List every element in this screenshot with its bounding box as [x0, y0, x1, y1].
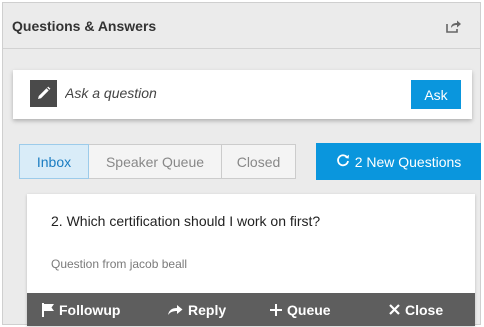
- ask-question-card: Ask: [13, 70, 472, 119]
- ask-button[interactable]: Ask: [411, 80, 461, 109]
- tab-closed[interactable]: Closed: [222, 144, 296, 179]
- panel-title: Questions & Answers: [12, 18, 157, 34]
- queue-button[interactable]: Queue: [270, 293, 331, 326]
- flag-icon: [42, 302, 54, 317]
- reply-label: Reply: [188, 301, 227, 318]
- question-action-bar: Followup Reply Queue Close: [27, 293, 475, 326]
- new-questions-label: 2 New Questions: [354, 153, 462, 170]
- question-tabs: Inbox Speaker Queue Closed: [19, 144, 296, 179]
- qa-panel: Questions & Answers Ask Inbox Speaker Qu…: [2, 2, 481, 326]
- pencil-icon: [30, 80, 57, 107]
- question-card[interactable]: 2. Which certification should I work on …: [27, 194, 475, 326]
- queue-label: Queue: [287, 301, 331, 318]
- question-text: 2. Which certification should I work on …: [51, 213, 321, 229]
- question-author: Question from jacob beall: [51, 257, 188, 271]
- share-icon[interactable]: [446, 19, 462, 33]
- new-questions-button[interactable]: 2 New Questions: [316, 143, 481, 180]
- tab-inbox[interactable]: Inbox: [19, 144, 89, 179]
- followup-label: Followup: [59, 301, 121, 318]
- panel-header: Questions & Answers: [3, 3, 480, 49]
- x-icon: [389, 304, 400, 315]
- reply-arrow-icon: [167, 304, 183, 316]
- tab-speaker-queue[interactable]: Speaker Queue: [89, 144, 222, 179]
- reply-button[interactable]: Reply: [167, 293, 226, 326]
- followup-button[interactable]: Followup: [42, 293, 120, 326]
- plus-icon: [270, 303, 282, 316]
- refresh-icon: [336, 153, 350, 170]
- close-button[interactable]: Close: [389, 293, 443, 326]
- close-label: Close: [405, 301, 444, 318]
- ask-question-input[interactable]: [65, 78, 395, 108]
